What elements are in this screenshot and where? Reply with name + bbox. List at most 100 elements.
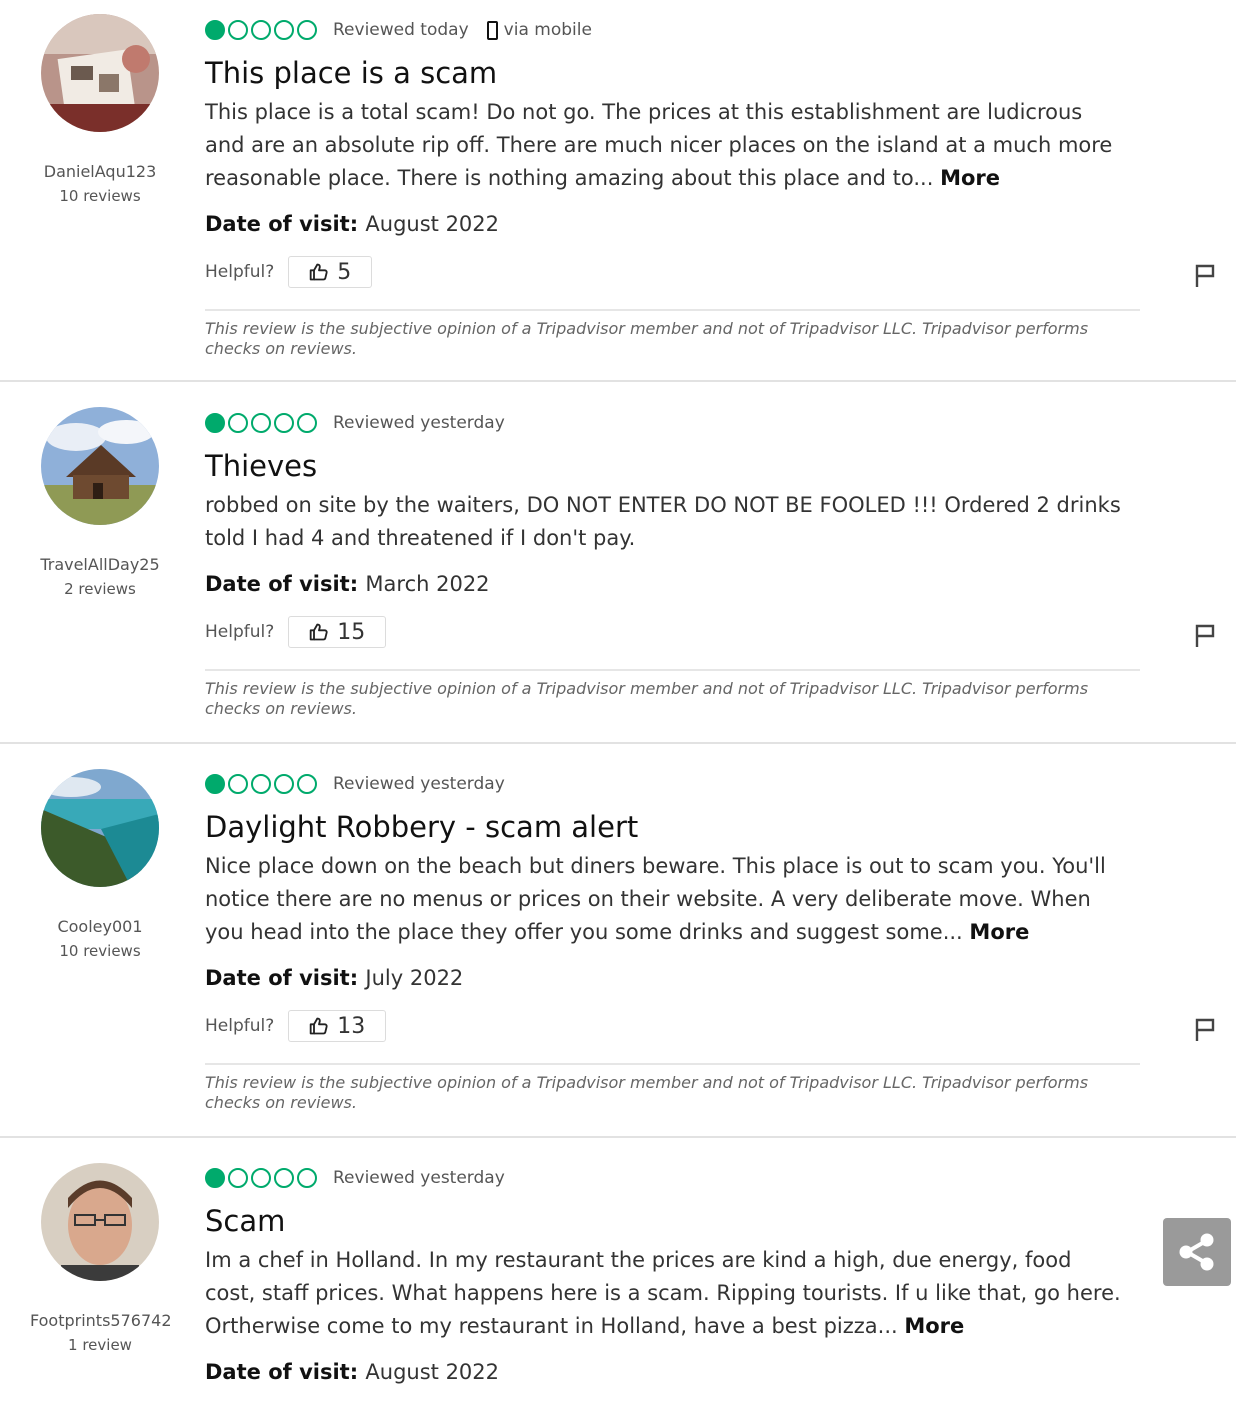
rating-bubble-empty [251,413,271,433]
date-of-visit-label: Date of visit: [205,1360,366,1384]
date-of-visit: Date of visit: August 2022 [205,207,1140,241]
rating-row: Reviewed today via mobile [205,16,1140,44]
review-content: Reviewed yesterday Thieves robbed on sit… [205,409,1140,719]
helpful-label: Helpful? [205,1016,275,1036]
review-text-block: Nice place down on the beach but diners … [205,850,1125,949]
review-count: 10 reviews [59,942,141,960]
review-author: TravelAllDay25 2 reviews [30,407,170,601]
avatar[interactable] [41,14,159,132]
username[interactable]: TravelAllDay25 [30,553,170,577]
via-mobile-label: via mobile [503,20,592,40]
avatar[interactable] [41,1163,159,1281]
helpful-row: Helpful? 13 [205,1009,1140,1043]
thumbs-up-icon [310,263,328,281]
date-of-visit: Date of visit: July 2022 [205,961,1140,995]
share-icon [1179,1233,1214,1271]
review-card: Footprints576742 1 review Reviewed yeste… [0,1138,1236,1406]
flag-icon[interactable] [1194,264,1216,288]
review-author: Cooley001 10 reviews [30,769,170,963]
rating-bubbles [205,413,317,433]
flag-icon[interactable] [1194,1018,1216,1042]
review-text: robbed on site by the waiters, DO NOT EN… [205,493,1121,550]
helpful-label: Helpful? [205,262,275,282]
rating-bubble-filled [205,1168,225,1188]
review-text-block: robbed on site by the waiters, DO NOT EN… [205,489,1125,555]
review-content: Reviewed today via mobile This place is … [205,16,1140,359]
review-title[interactable]: Daylight Robbery - scam alert [205,808,1140,846]
review-disclaimer: This review is the subjective opinion of… [205,679,1089,718]
date-of-visit-label: Date of visit: [205,966,366,990]
rating-bubble-empty [228,1168,248,1188]
rating-bubble-filled [205,413,225,433]
review-count: 10 reviews [59,187,141,205]
divider [205,669,1140,671]
reviewed-date: Reviewed today [333,20,469,40]
rating-bubble-filled [205,774,225,794]
rating-bubble-empty [274,413,294,433]
review-title[interactable]: Thieves [205,447,1140,485]
review-text-block: This place is a total scam! Do not go. T… [205,96,1125,195]
date-of-visit: Date of visit: March 2022 [205,567,1140,601]
rating-bubbles [205,774,317,794]
rating-bubble-empty [297,1168,317,1188]
helpful-label: Helpful? [205,622,275,642]
thumbs-up-icon [310,623,328,641]
helpful-count: 15 [337,619,366,645]
flag-icon[interactable] [1194,624,1216,648]
username[interactable]: Footprints576742 [30,1309,172,1333]
more-link[interactable]: More [940,166,1000,190]
rating-bubble-empty [251,20,271,40]
date-of-visit-value: March 2022 [365,572,490,596]
review-count: 1 review [68,1336,132,1354]
rating-row: Reviewed yesterday [205,1164,1140,1192]
review-card: DanielAqu123 10 reviews Reviewed today v… [0,0,1236,382]
username[interactable]: Cooley001 [30,915,170,939]
review-title[interactable]: This place is a scam [205,54,1140,92]
reviewed-date: Reviewed yesterday [333,1168,505,1188]
review-card: Cooley001 10 reviews Reviewed yesterday … [0,744,1236,1138]
date-of-visit-value: August 2022 [365,1360,500,1384]
helpful-row: Helpful? 15 [205,615,1140,649]
review-text: Im a chef in Holland. In my restaurant t… [205,1248,1121,1338]
helpful-vote-button[interactable]: 15 [288,616,387,648]
rating-bubble-empty [297,413,317,433]
rating-bubble-empty [228,774,248,794]
rating-bubbles [205,20,317,40]
rating-bubble-empty [228,20,248,40]
rating-bubble-empty [251,1168,271,1188]
helpful-vote-button[interactable]: 5 [288,256,373,288]
share-button[interactable] [1163,1218,1231,1286]
via-mobile: via mobile [486,20,592,40]
reviewed-date: Reviewed yesterday [333,413,505,433]
rating-row: Reviewed yesterday [205,770,1140,798]
username[interactable]: DanielAqu123 [30,160,170,184]
rating-bubble-empty [297,774,317,794]
rating-bubble-empty [228,413,248,433]
review-title[interactable]: Scam [205,1202,1140,1240]
avatar[interactable] [41,769,159,887]
review-text-block: Im a chef in Holland. In my restaurant t… [205,1244,1125,1343]
divider [205,309,1140,311]
rating-bubble-empty [297,20,317,40]
review-disclaimer: This review is the subjective opinion of… [205,319,1089,358]
date-of-visit-value: August 2022 [365,212,500,236]
review-author: Footprints576742 1 review [30,1163,172,1357]
rating-bubble-empty [274,20,294,40]
review-content: Reviewed yesterday Scam Im a chef in Hol… [205,1164,1140,1389]
rating-row: Reviewed yesterday [205,409,1140,437]
date-of-visit-label: Date of visit: [205,572,366,596]
rating-bubble-empty [274,1168,294,1188]
helpful-vote-button[interactable]: 13 [288,1010,387,1042]
divider [205,1063,1140,1065]
avatar[interactable] [41,407,159,525]
helpful-count: 13 [337,1013,366,1039]
rating-bubble-empty [274,774,294,794]
review-count: 2 reviews [64,580,136,598]
more-link[interactable]: More [904,1314,964,1338]
thumbs-up-icon [310,1017,328,1035]
date-of-visit-value: July 2022 [365,966,464,990]
more-link[interactable]: More [969,920,1029,944]
helpful-count: 5 [337,259,352,285]
review-author: DanielAqu123 10 reviews [30,14,170,208]
date-of-visit-label: Date of visit: [205,212,366,236]
